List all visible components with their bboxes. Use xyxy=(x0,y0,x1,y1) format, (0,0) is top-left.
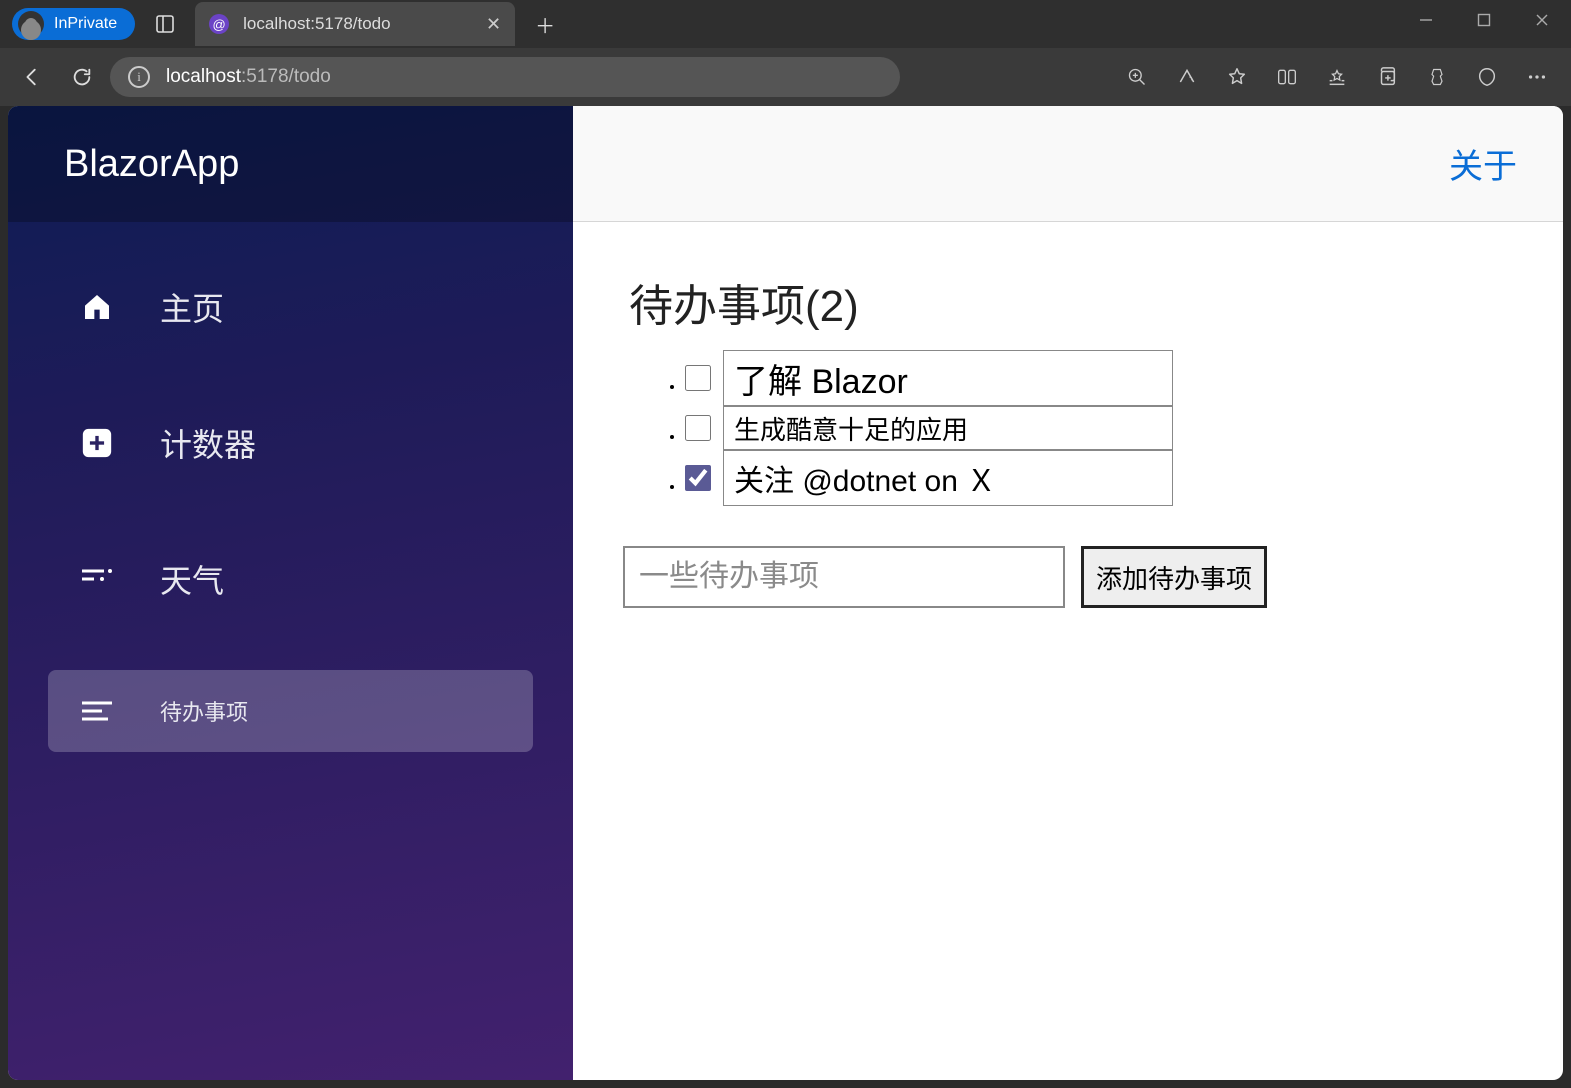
window-controls xyxy=(1397,0,1571,40)
todo-item xyxy=(685,450,1507,506)
add-todo-row: 添加待办事项 xyxy=(623,546,1507,608)
new-todo-input[interactable] xyxy=(623,546,1065,608)
browser-essentials-icon[interactable] xyxy=(1463,55,1511,99)
browser-tab[interactable]: @ localhost:5178/todo ✕ xyxy=(195,2,515,46)
collections-icon[interactable] xyxy=(1363,55,1411,99)
tab-title: localhost:5178/todo xyxy=(243,14,390,34)
new-tab-button[interactable]: ＋ xyxy=(525,4,565,44)
todo-text-input[interactable] xyxy=(723,406,1173,450)
window-maximize-button[interactable] xyxy=(1455,0,1513,40)
zoom-icon[interactable] xyxy=(1113,55,1161,99)
todo-checkbox[interactable] xyxy=(685,465,711,491)
read-aloud-icon[interactable] xyxy=(1163,55,1211,99)
profile-avatar-icon xyxy=(18,11,44,37)
window-close-button[interactable] xyxy=(1513,0,1571,40)
todo-checkbox[interactable] xyxy=(685,415,711,441)
browser-chrome: InPrivate @ localhost:5178/todo ✕ ＋ i lo… xyxy=(0,0,1571,106)
add-todo-button[interactable]: 添加待办事项 xyxy=(1081,546,1267,608)
url-text: localhost:5178/todo xyxy=(166,66,331,88)
topbar: 关于 xyxy=(573,106,1563,222)
nav-list: 主页 计数器 天气 待办事项 xyxy=(8,222,573,792)
site-info-icon[interactable]: i xyxy=(128,66,150,88)
plus-square-icon xyxy=(78,424,116,462)
nav-item-label: 计数器 xyxy=(160,420,256,466)
todo-list xyxy=(629,350,1507,506)
more-menu-icon[interactable] xyxy=(1513,55,1561,99)
favorites-icon[interactable] xyxy=(1313,55,1361,99)
todo-item xyxy=(685,406,1507,450)
nav-item-label: 主页 xyxy=(160,284,224,330)
nav-refresh-button[interactable] xyxy=(60,55,104,99)
browser-toolbar-right xyxy=(1113,55,1561,99)
nav-item-label: 待办事项 xyxy=(160,695,248,727)
browser-titlebar: InPrivate @ localhost:5178/todo ✕ ＋ xyxy=(0,0,1571,48)
todo-text-input[interactable] xyxy=(723,350,1173,406)
menu-icon xyxy=(78,692,116,730)
extensions-icon[interactable] xyxy=(1413,55,1461,99)
home-icon xyxy=(78,288,116,326)
page-title: 待办事项(2) xyxy=(629,270,1507,334)
app-brand[interactable]: BlazorApp xyxy=(8,106,573,222)
tab-close-button[interactable]: ✕ xyxy=(486,14,501,35)
tab-actions-button[interactable] xyxy=(143,2,187,46)
todo-item xyxy=(685,350,1507,406)
nav-item-home[interactable]: 主页 xyxy=(48,262,533,352)
url-path: :5178/todo xyxy=(241,66,331,87)
inprivate-badge[interactable]: InPrivate xyxy=(12,8,135,40)
page-title-text: 待办事项 xyxy=(629,282,805,331)
nav-item-weather[interactable]: 天气 xyxy=(48,534,533,624)
tab-favicon-icon: @ xyxy=(209,14,229,34)
nav-item-label: 天气 xyxy=(160,556,224,602)
split-screen-icon[interactable] xyxy=(1263,55,1311,99)
url-host: localhost xyxy=(166,66,241,87)
window-minimize-button[interactable] xyxy=(1397,0,1455,40)
todo-text-input[interactable] xyxy=(723,450,1173,506)
inprivate-label: InPrivate xyxy=(54,15,117,33)
main-area: 关于 待办事项(2) xyxy=(573,106,1563,1080)
page-viewport: BlazorApp 主页 计数器 天气 xyxy=(8,106,1563,1080)
favorite-star-icon[interactable] xyxy=(1213,55,1261,99)
content: 待办事项(2) xyxy=(573,222,1563,656)
nav-item-todo[interactable]: 待办事项 xyxy=(48,670,533,752)
address-bar[interactable]: i localhost:5178/todo xyxy=(110,57,900,97)
list-icon xyxy=(78,560,116,598)
browser-toolbar: i localhost:5178/todo xyxy=(0,48,1571,106)
sidebar: BlazorApp 主页 计数器 天气 xyxy=(8,106,573,1080)
todo-checkbox[interactable] xyxy=(685,365,711,391)
remaining-count: 2 xyxy=(820,282,844,331)
nav-item-counter[interactable]: 计数器 xyxy=(48,398,533,488)
about-link[interactable]: 关于 xyxy=(1449,139,1517,188)
nav-back-button[interactable] xyxy=(10,55,54,99)
